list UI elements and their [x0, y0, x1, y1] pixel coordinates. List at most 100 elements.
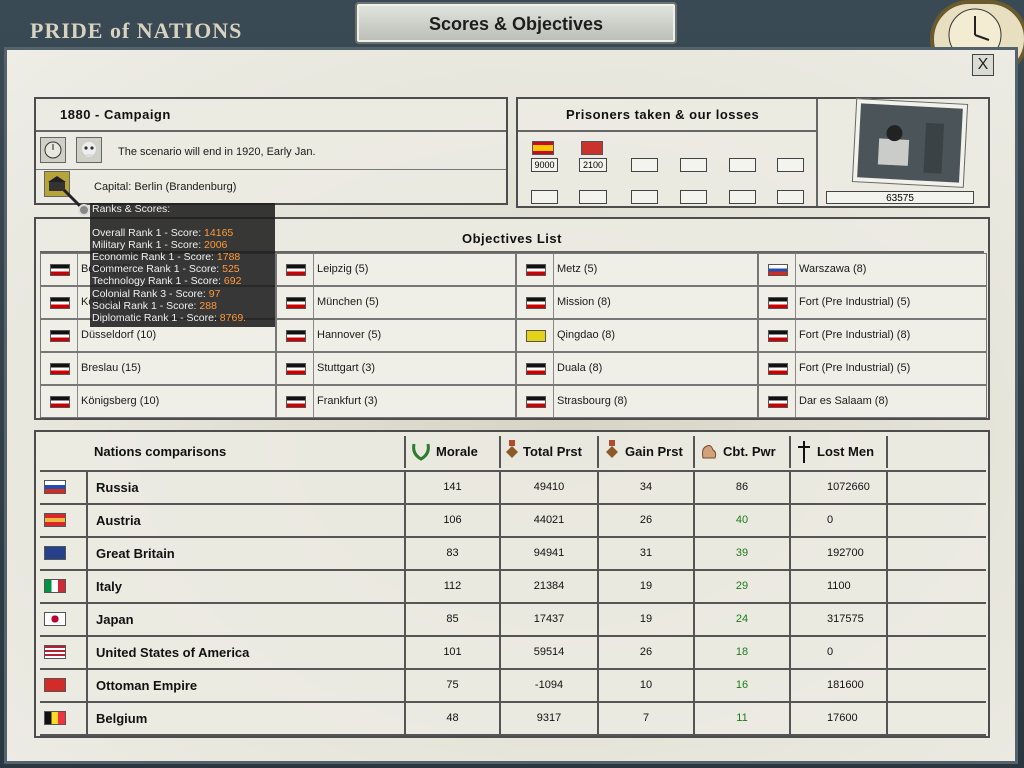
objective-cell[interactable]: München (5) [276, 286, 516, 319]
divider [518, 130, 818, 132]
nation-gain-cell: 7 [599, 703, 695, 734]
objective-label: Frankfurt (3) [317, 395, 378, 407]
tooltip-line: Overall Rank 1 - Score: 14165 [92, 227, 273, 239]
objective-cell[interactable]: Frankfurt (3) [276, 385, 516, 418]
nation-name-cell: Russia [88, 472, 406, 503]
objective-cell[interactable]: Strasbourg (8) [516, 385, 758, 418]
nation-row[interactable]: Austria 106 44021 26 40 0 [40, 505, 986, 538]
header-morale[interactable]: Morale [406, 436, 501, 468]
cross-icon [797, 441, 811, 475]
objective-flag-cell [759, 254, 796, 285]
objective-cell[interactable]: Königsberg (10) [40, 385, 276, 418]
objective-cell[interactable]: Metz (5) [516, 253, 758, 286]
objective-label: Qingdao (8) [557, 329, 616, 341]
usa-flag-icon [44, 645, 66, 659]
objective-cell[interactable]: Leipzig (5) [276, 253, 516, 286]
tooltip-spacer [92, 215, 273, 227]
tooltip-line: Commerce Rank 1 - Score: 525 [92, 263, 273, 275]
nation-morale-cell: 48 [406, 703, 501, 734]
germany-flag-icon [768, 297, 788, 309]
nation-flag-cell [40, 703, 88, 734]
header-total-prst[interactable]: Total Prst [501, 436, 599, 468]
header-cbt-pwr[interactable]: Cbt. Pwr [695, 436, 791, 468]
tooltip-line: Colonial Rank 3 - Score: 97 [92, 288, 273, 300]
nation-cbt-cell: 24 [695, 604, 791, 635]
close-button[interactable]: X [972, 54, 994, 76]
nation-row[interactable]: Italy 112 21384 19 29 1100 [40, 571, 986, 604]
nation-row[interactable]: Great Britain 83 94941 31 39 192700 [40, 538, 986, 571]
germany-flag-icon [526, 297, 546, 309]
nation-cbt-cell: 39 [695, 538, 791, 569]
objective-cell[interactable]: Qingdao (8) [516, 319, 758, 352]
nation-cbt-cell: 11 [695, 703, 791, 734]
objective-flag-cell [41, 386, 78, 417]
germany-flag-icon [526, 363, 546, 375]
nation-gain-cell: 26 [599, 505, 695, 536]
tooltip-lines: Overall Rank 1 - Score: 14165 Military Ra… [92, 227, 273, 324]
objective-cell[interactable]: Warszawa (8) [758, 253, 987, 286]
rank-label: Colonial Rank 3 - Score: [92, 287, 209, 300]
objective-cell[interactable]: Fort (Pre Industrial) (8) [758, 319, 987, 352]
empty-slot [531, 190, 558, 204]
nation-morale-cell: 106 [406, 505, 501, 536]
objective-label: Strasbourg (8) [557, 395, 628, 407]
germany-flag-icon [286, 330, 306, 342]
objective-cell[interactable]: Stuttgart (3) [276, 352, 516, 385]
morale-label: Morale [436, 444, 478, 459]
header-nations: Nations comparisons [40, 436, 406, 468]
ottoman-flag-icon [44, 678, 66, 692]
prisoner-value-box: 9000 [531, 158, 558, 172]
objective-cell[interactable]: Hannover (5) [276, 319, 516, 352]
campaign-panel: 1880 - Campaign The scenario will end in… [34, 97, 508, 205]
nation-morale-cell: 112 [406, 571, 501, 602]
ranks-tooltip: Ranks & Scores: Overall Rank 1 - Score: … [90, 203, 275, 327]
nation-total-cell: 9317 [501, 703, 599, 734]
empty-slot [631, 158, 658, 172]
nation-total-cell: 49410 [501, 472, 599, 503]
nation-lost-cell: 1100 [791, 571, 888, 602]
objective-cell[interactable]: Mission (8) [516, 286, 758, 319]
objective-flag-cell [759, 386, 796, 417]
objective-label: Fort (Pre Industrial) (8) [799, 329, 911, 341]
germany-flag-icon [526, 264, 546, 276]
nation-row[interactable]: Ottoman Empire 75 -1094 10 16 181600 [40, 670, 986, 703]
rank-label: Military Rank 1 - Score: [92, 239, 205, 252]
germany-flag-icon [286, 363, 306, 375]
prisoners-title: Prisoners taken & our losses [566, 107, 760, 122]
germany-flag-icon [50, 363, 70, 375]
rank-score: 288 [199, 299, 217, 312]
skull-icon [76, 137, 102, 163]
header-lost-men[interactable]: Lost Men [791, 436, 888, 468]
nation-row[interactable]: Japan 85 17437 19 24 317575 [40, 604, 986, 637]
japan-flag-icon [44, 612, 66, 626]
objective-cell[interactable]: Fort (Pre Industrial) (5) [758, 286, 987, 319]
objective-label: Dar es Salaam (8) [799, 395, 889, 407]
empty-slot [777, 190, 804, 204]
objective-cell[interactable]: Breslau (15) [40, 352, 276, 385]
objective-cell[interactable]: Duala (8) [516, 352, 758, 385]
rank-score: 1788 [216, 251, 241, 264]
nation-lost-cell: 0 [791, 637, 888, 668]
nation-row[interactable]: Belgium 48 9317 7 11 17600 [40, 703, 986, 736]
italy-flag-icon [44, 579, 66, 593]
empty-slot [680, 190, 707, 204]
objective-flag-cell [759, 320, 796, 351]
objective-cell[interactable]: Dar es Salaam (8) [758, 385, 987, 418]
nation-row[interactable]: United States of America 101 59514 26 18 0 [40, 637, 986, 670]
native-flag-icon [581, 141, 603, 155]
objective-flag-cell [277, 254, 314, 285]
nation-morale-cell: 85 [406, 604, 501, 635]
germany-flag-icon [768, 396, 788, 408]
nation-gain-cell: 34 [599, 472, 695, 503]
objective-cell[interactable]: Fort (Pre Industrial) (5) [758, 352, 987, 385]
header-gain-prst[interactable]: Gain Prst [599, 436, 695, 468]
nation-cbt-cell: 29 [695, 571, 791, 602]
nation-name-cell: Japan [88, 604, 406, 635]
nation-lost-cell: 17600 [791, 703, 888, 734]
nation-lost-cell: 317575 [791, 604, 888, 635]
objective-flag-cell [41, 287, 78, 318]
nation-name-cell: Ottoman Empire [88, 670, 406, 701]
nation-row[interactable]: Russia 141 49410 34 86 1072660 [40, 472, 986, 505]
objective-label: Warszawa (8) [799, 263, 867, 275]
tooltip-line: Diplomatic Rank 1 - Score: 8769. [92, 312, 273, 324]
